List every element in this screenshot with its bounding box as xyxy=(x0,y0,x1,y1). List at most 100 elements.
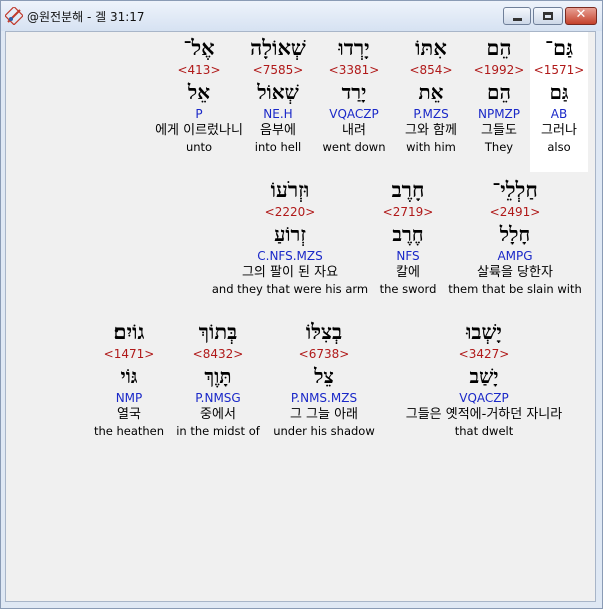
word-block[interactable]: הֵם <1992> הֵם NPMZP 그들도 They xyxy=(468,34,530,155)
korean-gloss: 열국 xyxy=(117,407,141,422)
word-block[interactable]: חָרֶב <2719> חֶרֶב NFS 칼에 the sword xyxy=(376,176,440,297)
english-gloss: the heathen xyxy=(93,424,165,438)
hebrew-word: בְּתוֹךְ xyxy=(198,319,238,344)
hebrew-word: גוֹיִם׃ xyxy=(113,319,145,344)
english-gloss: in the midst of xyxy=(176,424,260,438)
word-block[interactable]: וּזְרֹעוֹ <2220> זְרוֹעַ C.NFS.MZS 그의 팔이… xyxy=(206,176,374,297)
parse-code: AB xyxy=(550,107,568,121)
english-gloss: went down xyxy=(322,140,386,154)
hebrew-lemma: חֶרֶב xyxy=(392,222,424,246)
close-button[interactable]: ✕ xyxy=(565,7,597,25)
korean-gloss: 그와 함께 xyxy=(405,123,457,138)
parse-code: P xyxy=(195,107,203,121)
window-title: @원전분해 - 겔 31:17 xyxy=(27,10,145,24)
korean-gloss: 살륙을 당한자 xyxy=(477,265,553,280)
strong-number: <3427> xyxy=(458,347,510,361)
parse-code: P.NMSG xyxy=(195,391,241,405)
parse-code: NPMZP xyxy=(477,107,521,121)
app-icon xyxy=(5,7,23,25)
word-block[interactable]: יָרְדוּ <3381> יָרַד VQACZP 내려 went down xyxy=(318,34,390,155)
hebrew-lemma: חָלָל xyxy=(499,222,531,246)
app-window: @원전분해 - 겔 31:17 ✕ אֶל־ <413> אֵל P 에게 이르… xyxy=(0,0,603,609)
parse-code: VQACZP xyxy=(459,391,509,405)
parse-code: C.NFS.MZS xyxy=(257,249,323,263)
word-block[interactable]: שְׁאוֹלָה <7585> שְׁאוֹל NE.H 음부에 into h… xyxy=(242,34,314,155)
parse-code: NFS xyxy=(396,249,420,263)
english-gloss: also xyxy=(547,140,571,154)
strong-number: <1992> xyxy=(473,63,525,77)
analysis-panel: אֶל־ <413> אֵל P 에게 이르렀나니 unto שְׁאוֹלָה… xyxy=(5,31,596,602)
english-gloss: and they that were his arm xyxy=(211,282,369,296)
word-block[interactable]: אֶל־ <413> אֵל P 에게 이르렀나니 unto xyxy=(146,34,252,155)
strong-number: <1471> xyxy=(103,347,155,361)
english-gloss: They xyxy=(484,140,514,154)
hebrew-lemma: הֵם xyxy=(487,80,511,104)
strong-number: <2220> xyxy=(264,205,316,219)
hebrew-word: הֵם xyxy=(486,35,512,60)
word-block[interactable]: יָשְׁבוּ <3427> יָשַׁב VQACZP 그들은 옛적에-거하… xyxy=(386,318,582,439)
korean-gloss: 내려 xyxy=(342,123,366,138)
word-block[interactable]: בְצִלּוֹ <6738> צֵל P.NMS.MZS 그 그늘 아래 un… xyxy=(268,318,380,439)
title-bar[interactable]: @원전분해 - 겔 31:17 ✕ xyxy=(1,1,602,31)
parse-code: NE.H xyxy=(263,107,293,121)
hebrew-lemma: יָרַד xyxy=(341,80,367,104)
hebrew-lemma: זְרוֹעַ xyxy=(274,222,306,246)
hebrew-lemma: אֵל xyxy=(187,80,211,104)
strong-number: <1571> xyxy=(533,63,585,77)
word-block-selected[interactable]: גַּם־ <1571> גַּם AB 그러나 also xyxy=(530,32,588,172)
hebrew-word: חַלְלֵי־ xyxy=(492,177,538,202)
hebrew-lemma: גַּם xyxy=(549,80,569,104)
strong-number: <413> xyxy=(177,63,221,77)
english-gloss: into hell xyxy=(254,140,302,154)
strong-number: <8432> xyxy=(192,347,244,361)
hebrew-word: אִתּוֹ xyxy=(415,35,447,60)
parse-code: AMPG xyxy=(497,249,533,263)
close-icon: ✕ xyxy=(575,7,587,22)
strong-number: <854> xyxy=(409,63,453,77)
word-block[interactable]: בְּתוֹךְ <8432> תָּוֶךְ P.NMSG 중에서 in th… xyxy=(172,318,264,439)
english-gloss: under his shadow xyxy=(273,424,375,438)
hebrew-word: בְצִלּוֹ xyxy=(305,319,343,344)
strong-number: <2491> xyxy=(489,205,541,219)
hebrew-word: גַּם־ xyxy=(544,35,574,60)
word-block[interactable]: אִתּוֹ <854> אֵת P.MZS 그와 함께 with him xyxy=(396,34,466,155)
english-gloss: that dwelt xyxy=(454,424,514,438)
strong-number: <7585> xyxy=(252,63,304,77)
hebrew-lemma: אֵת xyxy=(418,80,444,104)
hebrew-lemma: גּוֹי xyxy=(120,364,138,388)
hebrew-word: יָרְדוּ xyxy=(338,35,370,60)
english-gloss: them that be slain with xyxy=(448,282,582,296)
parse-code: NMP xyxy=(115,391,143,405)
korean-gloss: 그러나 xyxy=(541,123,577,138)
word-block[interactable]: חַלְלֵי־ <2491> חָלָל AMPG 살륙을 당한자 them … xyxy=(446,176,584,297)
hebrew-word: יָשְׁבוּ xyxy=(466,319,502,344)
hebrew-lemma: תָּוֶךְ xyxy=(204,364,232,388)
strong-number: <3381> xyxy=(328,63,380,77)
hebrew-lemma: צֵל xyxy=(314,364,334,388)
korean-gloss: 그의 팔이 된 자요 xyxy=(241,265,339,280)
hebrew-word: חָרֶב xyxy=(391,177,425,202)
parse-code: P.NMS.MZS xyxy=(290,391,358,405)
english-gloss: with him xyxy=(406,140,456,154)
korean-gloss: 에게 이르렀나니 xyxy=(155,123,243,138)
minimize-button[interactable] xyxy=(503,7,531,25)
korean-gloss: 칼에 xyxy=(396,265,420,280)
hebrew-lemma: שְׁאוֹל xyxy=(257,80,299,104)
english-gloss: unto xyxy=(185,140,213,154)
korean-gloss: 중에서 xyxy=(200,407,236,422)
maximize-icon xyxy=(543,12,553,20)
hebrew-word: שְׁאוֹלָה xyxy=(250,35,306,60)
parse-code: VQACZP xyxy=(329,107,379,121)
maximize-button[interactable] xyxy=(533,7,563,25)
hebrew-lemma: יָשַׁב xyxy=(469,364,499,388)
strong-number: <2719> xyxy=(382,205,434,219)
korean-gloss: 음부에 xyxy=(260,123,296,138)
korean-gloss: 그 그늘 아래 xyxy=(289,407,359,422)
word-block[interactable]: גוֹיִם׃ <1471> גּוֹי NMP 열국 the heathen xyxy=(90,318,168,439)
english-gloss: the sword xyxy=(379,282,437,296)
strong-number: <6738> xyxy=(298,347,350,361)
hebrew-word: אֶל־ xyxy=(183,35,215,60)
minimize-icon xyxy=(513,18,522,21)
parse-code: P.MZS xyxy=(413,107,449,121)
korean-gloss: 그들은 옛적에-거하던 자니라 xyxy=(405,407,563,422)
